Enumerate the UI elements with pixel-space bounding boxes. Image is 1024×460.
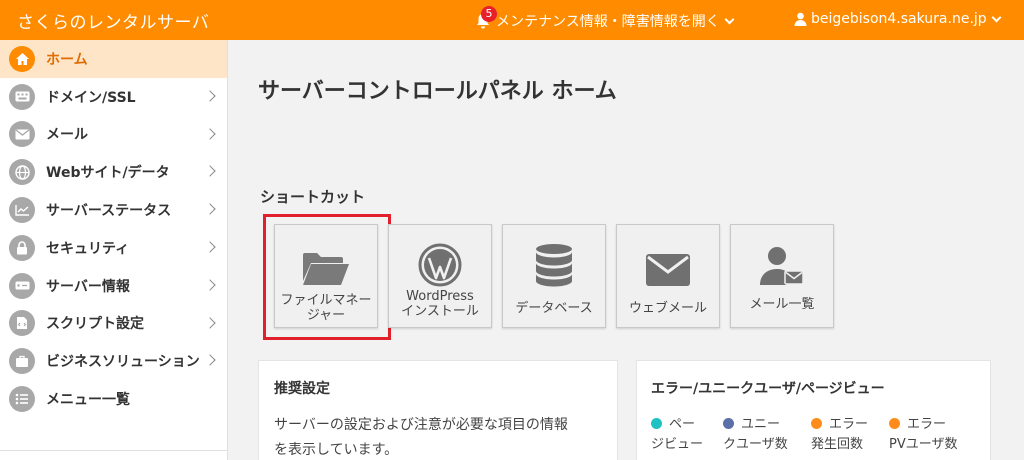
server-icon <box>9 272 35 299</box>
legend-dot <box>723 418 734 429</box>
legend-pageview[interactable]: ペー ジビュー <box>651 415 703 455</box>
shortcut-label: データベース <box>515 301 593 316</box>
shortcut-label: WordPress インストール <box>401 289 479 319</box>
top-bar: さくらのレンタルサーバ 5 メンテナンス情報・障害情報を開く beigebiso… <box>0 0 1024 40</box>
envelope-icon <box>645 241 691 287</box>
sidebar-item-script[interactable]: スクリプト設定 <box>0 305 227 343</box>
sidebar-item-label: メニュー一覧 <box>46 392 130 409</box>
user-mail-icon <box>759 241 805 287</box>
database-icon <box>534 241 574 287</box>
sidebar-item-menu-list[interactable]: メニュー一覧 <box>0 380 227 418</box>
legend-dot <box>811 418 822 429</box>
shortcut-mail-list[interactable]: メール一覧 <box>730 224 834 328</box>
stats-card: エラー/ユニークユーザ/ページビュー ペー ジビュー ユニー クユーザ数 エラー… <box>636 360 991 460</box>
sidebar-item-label: ホーム <box>46 51 88 68</box>
sidebar-item-security[interactable]: セキュリティ <box>0 229 227 267</box>
wordpress-icon <box>418 241 462 287</box>
sidebar-divider <box>0 450 227 451</box>
sidebar: ホーム ドメイン/SSL メール Webサイト/データ サーバーステータス セキ… <box>0 40 228 460</box>
document-code-icon <box>9 310 35 337</box>
shortcut-label: ウェブメール <box>628 301 707 316</box>
shortcut-heading: ショートカット <box>260 188 366 206</box>
chevron-down-icon <box>724 14 735 24</box>
lock-icon <box>9 234 35 261</box>
chevron-down-icon <box>991 12 1002 22</box>
sidebar-item-label: Webサイト/データ <box>46 165 170 182</box>
chart-icon <box>9 197 35 224</box>
user-menu[interactable]: beigebison4.sakura.ne.jp <box>794 11 1002 27</box>
sidebar-item-label: メール <box>46 127 88 144</box>
envelope-icon <box>9 121 35 148</box>
shortcut-label: ファイルマネー ジャー <box>280 293 372 323</box>
maintenance-link[interactable]: 5 メンテナンス情報・障害情報を開く <box>476 6 735 31</box>
sidebar-item-label: サーバーステータス <box>46 203 172 220</box>
chevron-right-icon <box>204 127 216 140</box>
recommend-card: 推奨設定 サーバーの設定および注意が必要な項目の情報 を表示しています。 <box>258 360 618 460</box>
recommend-title: 推奨設定 <box>274 381 330 397</box>
sidebar-item-server-status[interactable]: サーバーステータス <box>0 191 227 229</box>
shortcut-webmail[interactable]: ウェブメール <box>616 224 720 328</box>
chevron-right-icon <box>204 316 216 329</box>
shortcut-label: メール一覧 <box>749 297 815 312</box>
legend-error-pv-users[interactable]: エラー PVユーザ数 <box>889 415 957 455</box>
legend-dot <box>651 418 662 429</box>
sidebar-item-domain[interactable]: ドメイン/SSL <box>0 78 227 116</box>
chevron-right-icon <box>204 90 216 102</box>
maintenance-label: メンテナンス情報・障害情報を開く <box>496 14 720 30</box>
sidebar-item-label: ビジネスソリューション <box>46 354 200 371</box>
legend-dot <box>889 418 900 429</box>
sidebar-item-server-info[interactable]: サーバー情報 <box>0 267 227 305</box>
sidebar-item-home[interactable]: ホーム <box>0 40 227 78</box>
page-title: サーバーコントロールパネル ホーム <box>258 79 617 104</box>
shortcut-file-manager[interactable]: ファイルマネー ジャー <box>274 224 378 328</box>
chevron-right-icon <box>204 165 216 178</box>
chevron-right-icon <box>204 203 216 215</box>
chevron-right-icon <box>204 354 216 367</box>
stats-title: エラー/ユニークユーザ/ページビュー <box>651 381 885 397</box>
main-content: サーバーコントロールパネル ホーム ショートカット ファイルマネー ジャー Wo… <box>229 40 1024 460</box>
legend-unique-users[interactable]: ユニー クユーザ数 <box>723 415 788 455</box>
list-icon <box>9 386 35 413</box>
keyboard-icon <box>9 83 35 110</box>
sidebar-item-business[interactable]: ビジネスソリューション <box>0 342 227 380</box>
briefcase-icon <box>9 348 35 375</box>
folder-icon <box>301 241 351 287</box>
sidebar-item-mail[interactable]: メール <box>0 116 227 154</box>
sidebar-item-label: セキュリティ <box>46 240 130 257</box>
shortcut-database[interactable]: データベース <box>502 224 606 328</box>
home-icon <box>9 45 35 72</box>
sidebar-item-website[interactable]: Webサイト/データ <box>0 153 227 191</box>
sidebar-item-label: スクリプト設定 <box>46 316 144 333</box>
app-title[interactable]: さくらのレンタルサーバ <box>17 8 209 33</box>
globe-icon <box>9 159 35 186</box>
user-icon <box>794 12 807 26</box>
notification-badge: 5 <box>481 6 497 22</box>
chevron-right-icon <box>204 241 216 253</box>
shortcut-wordpress[interactable]: WordPress インストール <box>388 224 492 328</box>
user-label: beigebison4.sakura.ne.jp <box>811 11 987 27</box>
recommend-text: サーバーの設定および注意が必要な項目の情報 を表示しています。 <box>274 417 568 458</box>
chevron-right-icon <box>204 279 216 291</box>
sidebar-item-label: ドメイン/SSL <box>46 89 136 106</box>
bell-icon: 5 <box>476 6 497 29</box>
sidebar-item-label: サーバー情報 <box>46 278 130 295</box>
legend-error-count[interactable]: エラー 発生回数 <box>811 415 868 455</box>
